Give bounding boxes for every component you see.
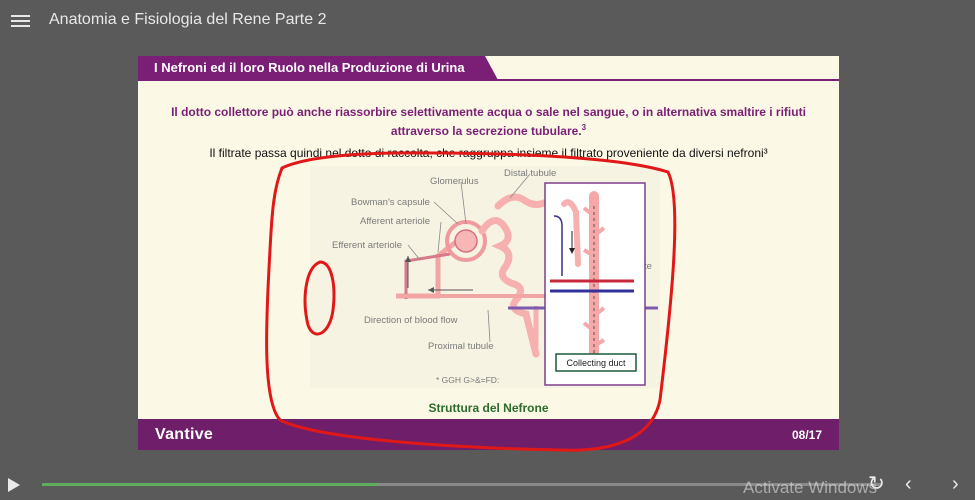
menu-icon[interactable] [11,15,30,28]
slide-page-number: 08/17 [791,428,822,442]
label-garbled: * GGH G>&=FD: [436,375,499,385]
chevron-left-icon[interactable]: ‹ [905,474,912,494]
glomerulus [454,229,478,253]
label-direction-blood-flow: Direction of blood flow [364,315,458,326]
label-afferent-arteriole: Afferent arteriole [360,216,430,227]
label-bowmans-capsule: Bowman's capsule [351,197,430,208]
vantive-logo: Vantive [155,426,214,443]
label-proximal-tubule: Proximal tubule [428,341,493,352]
collecting-duct-label: Collecting duct [566,358,626,368]
label-efferent-arteriole: Efferent arteriole [332,240,402,251]
activate-windows-watermark: Activate Windows [743,478,878,497]
label-glomerulus: Glomerulus [430,176,479,187]
top-bar: Anatomia e Fisiologia del Rene Parte 2 [0,0,975,42]
diagram-caption: Struttura del Nefrone [428,401,549,415]
slide: I Nefroni ed il loro Ruolo nella Produzi… [138,56,839,450]
player-controls: Activate Windows ↻ ‹ › [0,470,975,500]
chevron-right-icon[interactable]: › [952,474,959,494]
play-icon[interactable] [8,478,20,492]
slide-footer: Vantive 08/17 [138,419,839,450]
replay-icon[interactable]: ↻ [868,474,885,494]
label-distal-tubule: Distal tubule [504,168,556,179]
progress-fill [42,483,378,486]
course-title: Anatomia e Fisiologia del Rene Parte 2 [49,11,327,28]
nephron-diagram: Glomerulus Distal tubule Bowman's capsul… [310,166,660,388]
